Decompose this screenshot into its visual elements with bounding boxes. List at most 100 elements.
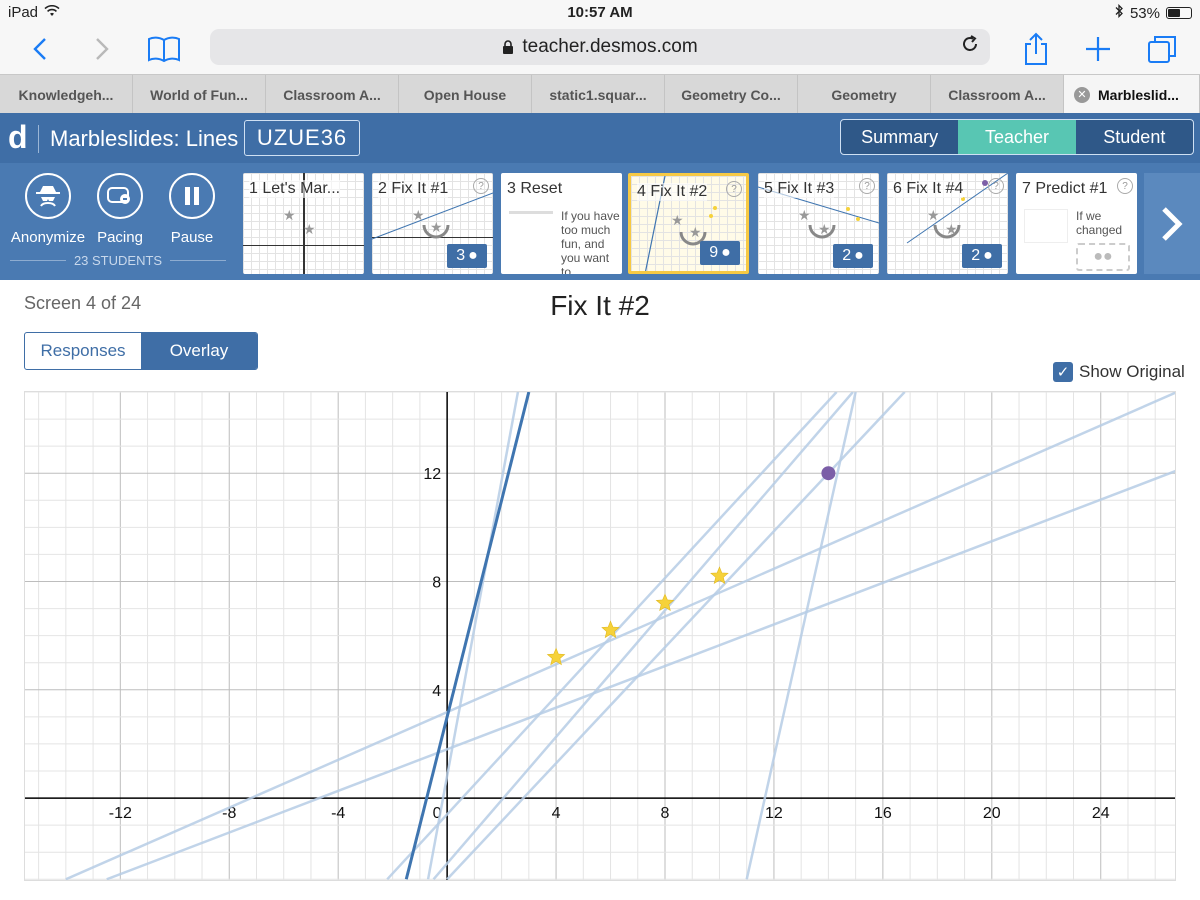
- response-badge[interactable]: 3 ●: [447, 244, 487, 268]
- browser-tab[interactable]: Knowledgeh...: [0, 75, 133, 114]
- pause-label: Pause: [170, 229, 214, 246]
- star-icon: ★: [303, 221, 316, 237]
- tab-label: Classroom A...: [283, 86, 381, 103]
- y-tick-label: 12: [423, 466, 441, 483]
- x-tick-label: 20: [983, 805, 1001, 822]
- clock: 10:57 AM: [567, 4, 633, 21]
- share-button[interactable]: [1016, 29, 1056, 69]
- lightbulb-icon: ?: [473, 178, 489, 194]
- x-tick-label: -4: [331, 805, 345, 822]
- lightbulb-icon: ?: [988, 178, 1004, 194]
- pacing-label: Pacing: [97, 229, 143, 246]
- tab-label: static1.squar...: [549, 86, 647, 103]
- reload-icon[interactable]: [960, 34, 980, 60]
- badge-count: 2: [842, 247, 852, 264]
- student-line: [106, 469, 1175, 880]
- header-divider: [38, 125, 39, 153]
- next-screens-button[interactable]: [1144, 173, 1200, 274]
- screen-thumbnail[interactable]: 3 Reset If you have too much fun, and yo…: [501, 173, 622, 274]
- x-tick-label: 8: [661, 805, 670, 822]
- activity-title: Marbleslides: Lines: [50, 126, 239, 151]
- student-count: 23 STUDENTS: [10, 253, 226, 268]
- status-right: 53%: [1114, 3, 1192, 22]
- pacing-button[interactable]: Pacing: [80, 173, 160, 246]
- back-button[interactable]: [20, 29, 60, 69]
- screen-text: If we changed: [1076, 209, 1123, 237]
- marble-point: [821, 466, 836, 481]
- tab-label: Open House: [423, 86, 507, 103]
- show-original-toggle[interactable]: ✓ Show Original: [1053, 362, 1185, 382]
- tabs-icon: [1148, 36, 1176, 63]
- student-icon: ●: [854, 247, 864, 264]
- response-badge[interactable]: 2 ●: [833, 244, 873, 268]
- screen-thumbnail[interactable]: 7 Predict #1 ? If we changed ●●: [1016, 173, 1137, 274]
- checkbox-checked-icon[interactable]: ✓: [1053, 362, 1073, 382]
- screen-title: 1 Let's Mar...: [249, 180, 341, 198]
- screen-thumbnail[interactable]: ★ ★ 5 Fix It #3 ? 2 ●: [758, 173, 879, 274]
- desmos-logo[interactable]: d: [8, 119, 28, 156]
- tabs-overview-button[interactable]: [1142, 29, 1182, 69]
- forward-button[interactable]: [82, 29, 122, 69]
- browser-tab[interactable]: World of Fun...: [133, 75, 266, 114]
- screen-thumbnail[interactable]: ★ ★ 1 Let's Mar...: [243, 173, 364, 274]
- browser-tab[interactable]: static1.squar...: [532, 75, 665, 114]
- browser-tab-strip: Knowledgeh... World of Fun... Classroom …: [0, 74, 1200, 114]
- badge-count: 9: [709, 244, 719, 261]
- chat-bubble-icon: ●●: [1076, 243, 1130, 271]
- browser-tab[interactable]: Classroom A...: [266, 75, 399, 114]
- screen-title: 5 Fix It #3: [764, 180, 835, 198]
- browser-tab[interactable]: Geometry: [798, 75, 931, 114]
- share-icon: [1025, 32, 1047, 65]
- screen-thumbnail[interactable]: ★ ★ 2 Fix It #1 ? 3 ●: [372, 173, 493, 274]
- browser-tab-active[interactable]: ✕ Marbleslid...: [1064, 75, 1200, 114]
- lock-icon: [503, 39, 514, 54]
- view-student-button[interactable]: Student: [1076, 120, 1193, 154]
- close-tab-icon[interactable]: ✕: [1074, 86, 1090, 103]
- lightbulb-icon: ?: [1117, 178, 1133, 194]
- show-original-label: Show Original: [1079, 362, 1185, 381]
- pause-button[interactable]: Pause: [152, 173, 232, 246]
- overlay-graph[interactable]: -12 -8 -4 0 4 8 12 16 20 244812: [24, 391, 1176, 881]
- screen-title: 3 Reset: [507, 180, 563, 198]
- overlay-tab[interactable]: Overlay: [141, 333, 257, 369]
- thumb-placeholder: [509, 211, 553, 214]
- book-icon: [148, 36, 180, 63]
- student-icon: ●: [468, 247, 478, 264]
- chevron-right-icon: [1162, 206, 1183, 241]
- new-tab-button[interactable]: [1078, 29, 1118, 69]
- x-tick-label: 24: [1092, 805, 1110, 822]
- battery-fill: [1168, 9, 1180, 17]
- browser-tab[interactable]: Open House: [399, 75, 532, 114]
- screen-thumbnail[interactable]: ★ ★ 6 Fix It #4 ? 2 ●: [887, 173, 1008, 274]
- page-title: Fix It #2: [550, 290, 650, 321]
- anonymize-button[interactable]: Anonymize: [8, 173, 88, 246]
- view-teacher-button[interactable]: Teacher: [958, 120, 1076, 154]
- anonymize-label: Anonymize: [10, 229, 86, 246]
- badge-count: 2: [971, 247, 981, 264]
- thumb-axis: [243, 245, 364, 246]
- screen-thumbnail-selected[interactable]: ★ ★ 4 Fix It #2 ? 9 ●: [628, 173, 749, 274]
- bluetooth-icon: [1114, 3, 1124, 22]
- view-switcher: Summary Teacher Student: [840, 119, 1194, 155]
- responses-tab[interactable]: Responses: [25, 333, 141, 369]
- browser-tab[interactable]: Geometry Co...: [665, 75, 798, 114]
- bookmarks-button[interactable]: [144, 29, 184, 69]
- response-badge[interactable]: 2 ●: [962, 244, 1002, 268]
- star-icon: ★: [818, 221, 831, 237]
- thumb-placeholder: [1024, 209, 1068, 243]
- browser-tab[interactable]: Classroom A...: [931, 75, 1064, 114]
- url-bar[interactable]: teacher.desmos.com: [210, 29, 990, 65]
- status-bar: iPad 10:57 AM 53%: [0, 0, 1200, 24]
- plus-icon: [1086, 37, 1110, 61]
- response-badge[interactable]: 9 ●: [700, 241, 740, 265]
- desmos-header: d Marbleslides: Lines UZUE36 Summary Tea…: [0, 113, 1200, 163]
- battery-icon: [1166, 7, 1192, 19]
- student-icon: ●: [721, 244, 731, 261]
- star-icon: ★: [927, 207, 940, 223]
- tab-label: Marbleslid...: [1098, 86, 1179, 103]
- tab-label: Geometry Co...: [681, 86, 781, 103]
- x-tick-label: 12: [765, 805, 783, 822]
- tab-label: World of Fun...: [150, 86, 248, 103]
- view-summary-button[interactable]: Summary: [841, 120, 958, 154]
- x-tick-label: 4: [552, 805, 561, 822]
